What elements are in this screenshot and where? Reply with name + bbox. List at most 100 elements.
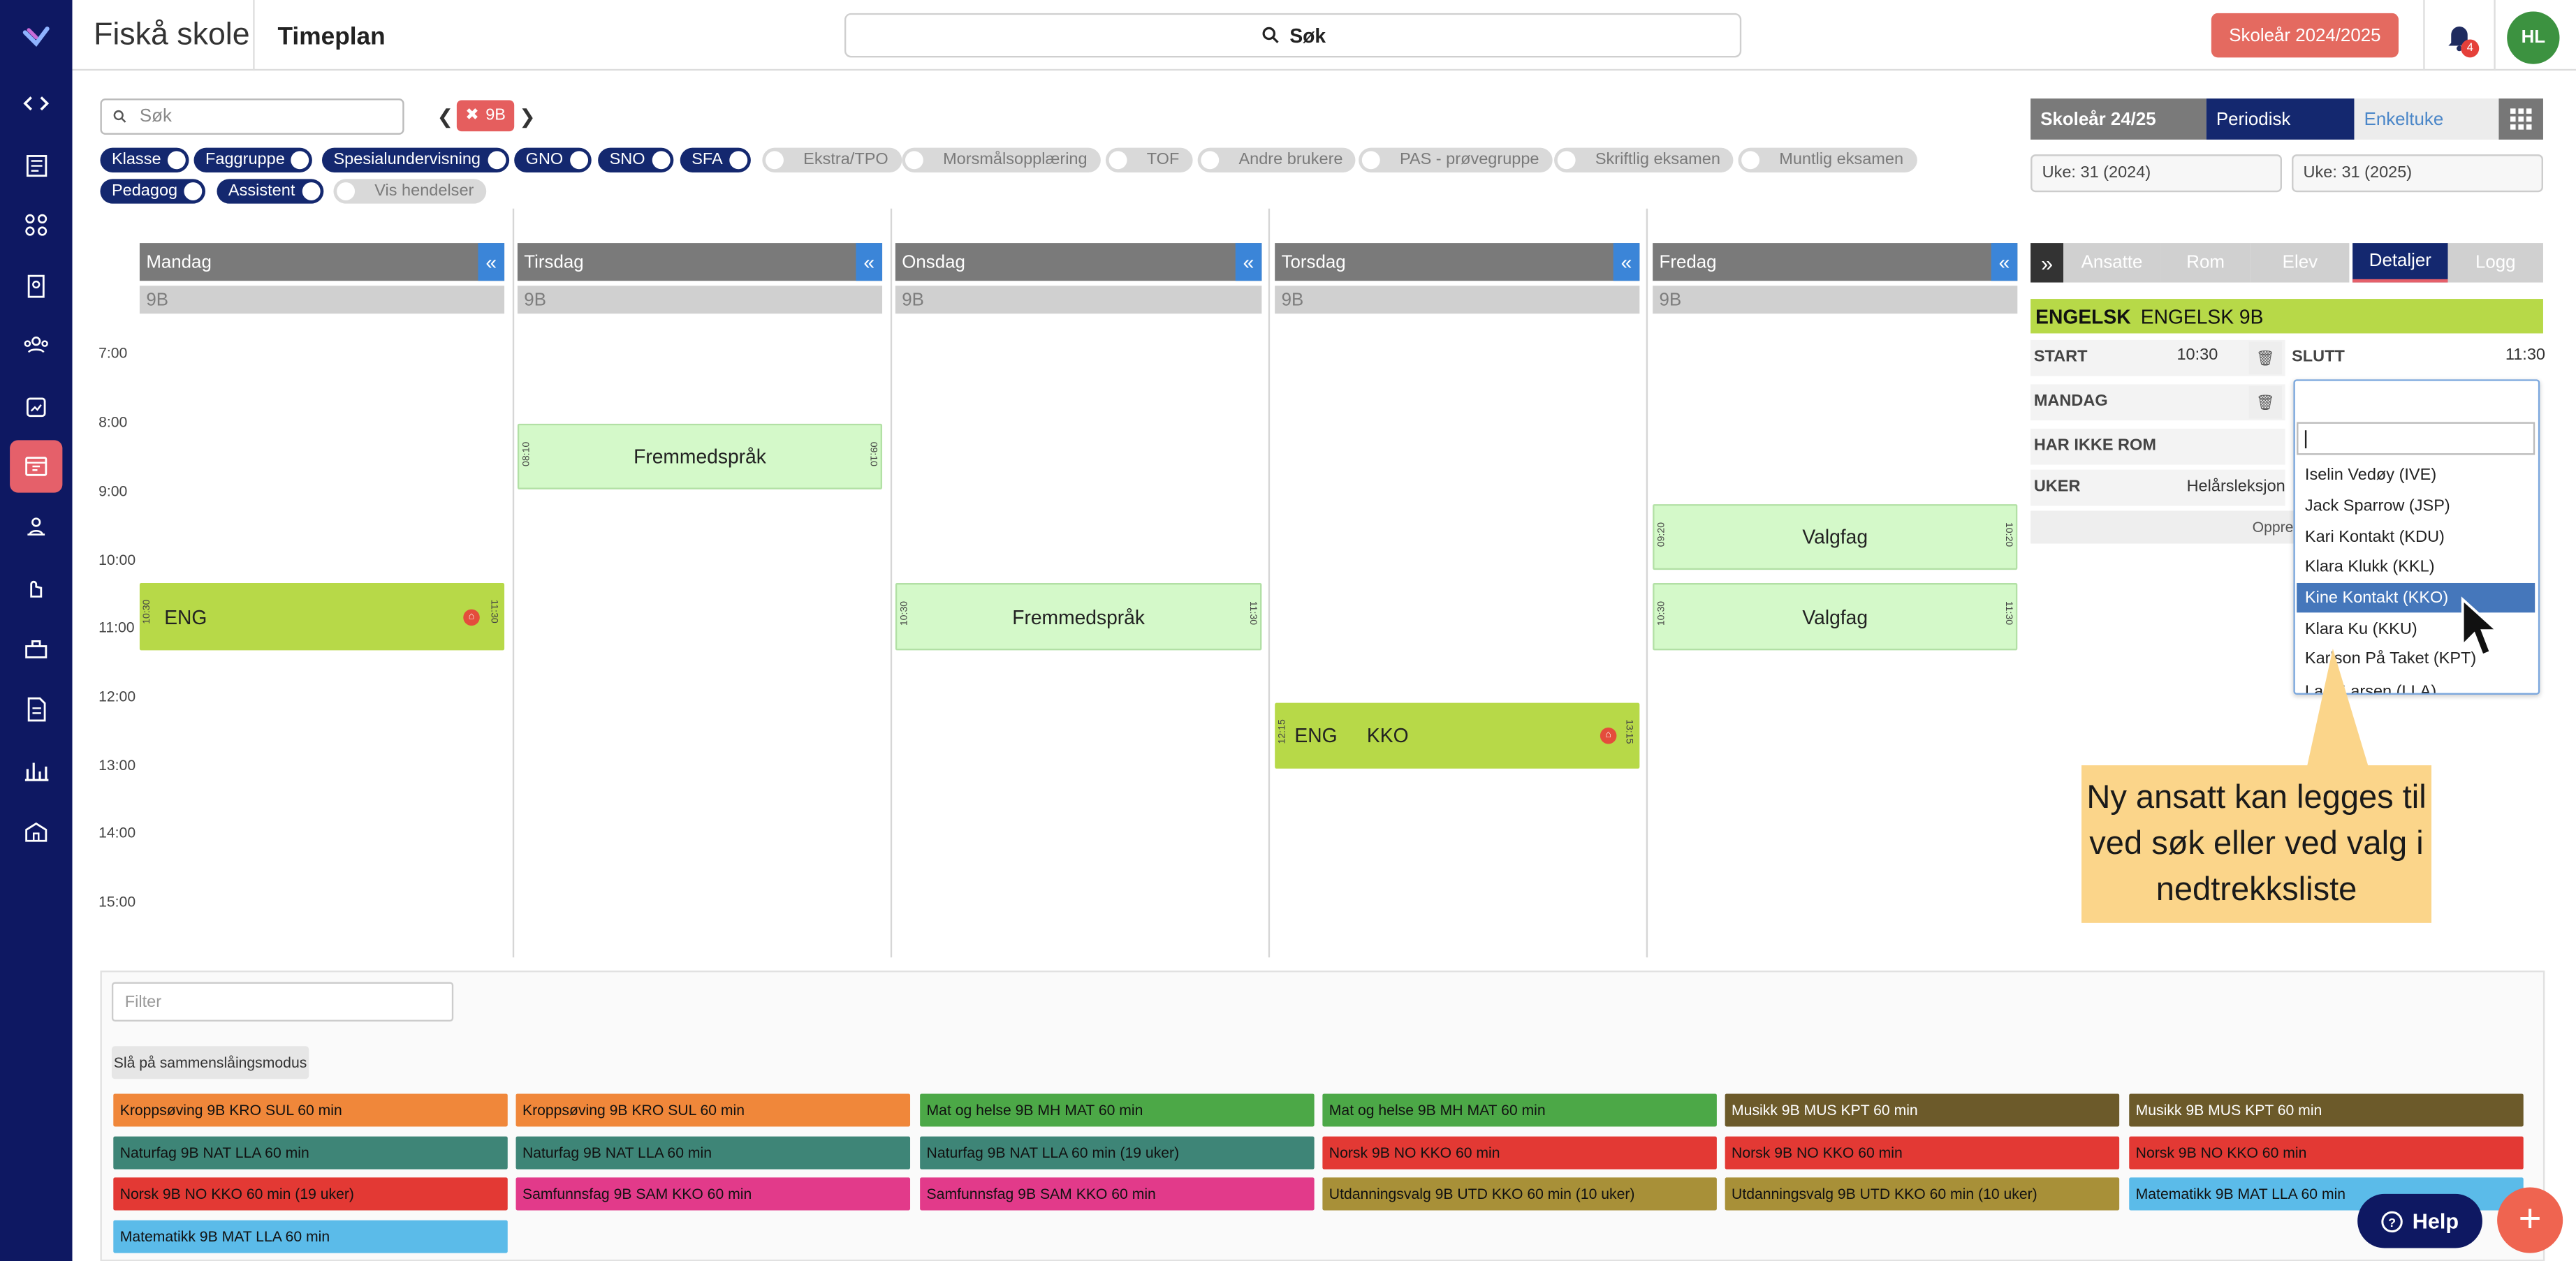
start-time-value[interactable]: 10:30 bbox=[2176, 346, 2218, 364]
lesson-event-valgfag-friday-2[interactable]: 10:30 Valgfag 11:30 bbox=[1653, 582, 2018, 651]
tab-detaljer[interactable]: Detaljer bbox=[2352, 243, 2448, 283]
trash-icon[interactable]: 🗑 bbox=[2248, 385, 2282, 419]
collapse-icon[interactable]: « bbox=[478, 243, 505, 281]
global-search-input[interactable]: Søk bbox=[844, 13, 1742, 58]
day-class-label: 9B bbox=[1653, 286, 2018, 314]
toggle-tof[interactable]: TOF bbox=[1105, 147, 1193, 172]
add-button[interactable]: + bbox=[2497, 1187, 2563, 1253]
lesson-card[interactable]: Kroppsøving 9B KRO SUL 60 min bbox=[515, 1093, 911, 1127]
dropdown-option[interactable]: Klara Ku (KKU) bbox=[2297, 614, 2535, 644]
merge-mode-button[interactable]: Slå på sammenslåingsmodus bbox=[111, 1046, 309, 1079]
toggle-vis-hendelser[interactable]: Vis hendelser bbox=[333, 179, 488, 204]
toolbox-icon[interactable] bbox=[17, 629, 56, 668]
week-to-input[interactable]: Uke: 31 (2025) bbox=[2292, 154, 2543, 193]
collapse-icon[interactable]: « bbox=[1991, 243, 2018, 281]
code-icon[interactable] bbox=[17, 84, 56, 123]
lesson-card[interactable]: Norsk 9B NO KKO 60 min bbox=[2129, 1136, 2524, 1170]
start-label: START bbox=[2033, 348, 2088, 367]
toggle-klasse[interactable]: Klasse bbox=[100, 147, 189, 172]
lesson-card[interactable]: Naturfag 9B NAT LLA 60 min (19 uker) bbox=[920, 1136, 1315, 1170]
tab-elev[interactable]: Elev bbox=[2251, 243, 2350, 283]
lesson-card[interactable]: Mat og helse 9B MH MAT 60 min bbox=[920, 1093, 1315, 1127]
avatar[interactable]: HL bbox=[2507, 11, 2560, 64]
help-button[interactable]: ? Help bbox=[2357, 1193, 2482, 1248]
collapse-icon[interactable]: « bbox=[1613, 243, 1640, 281]
lesson-card[interactable]: Naturfag 9B NAT LLA 60 min bbox=[113, 1136, 508, 1170]
students-icon[interactable] bbox=[17, 205, 56, 244]
search-icon bbox=[1262, 27, 1279, 43]
newspaper-icon[interactable] bbox=[17, 146, 56, 185]
prev-class-icon[interactable]: ❮ bbox=[437, 105, 454, 128]
dropdown-option[interactable]: Iselin Vedøy (IVE) bbox=[2297, 460, 2535, 489]
toggle-andre-brukere[interactable]: Andre brukere bbox=[1197, 147, 1356, 172]
lesson-event-valgfag-friday-1[interactable]: 09:20 Valgfag 10:20 bbox=[1653, 504, 2018, 570]
badge-icon[interactable] bbox=[17, 266, 56, 305]
grid-icon[interactable] bbox=[2498, 98, 2543, 140]
lesson-card[interactable]: Mat og helse 9B MH MAT 60 min bbox=[1322, 1093, 1717, 1127]
tab-logg[interactable]: Logg bbox=[2447, 243, 2543, 283]
dropdown-option[interactable]: Kari Kontakt (KDU) bbox=[2297, 522, 2535, 552]
lesson-card[interactable]: Norsk 9B NO KKO 60 min (19 uker) bbox=[113, 1177, 508, 1211]
next-class-icon[interactable]: ❯ bbox=[519, 105, 536, 128]
toggle-faggruppe[interactable]: Faggruppe bbox=[193, 147, 313, 172]
toggle-gno[interactable]: GNO bbox=[514, 147, 592, 172]
tab-ansatte[interactable]: Ansatte bbox=[2063, 243, 2160, 283]
bar-chart-icon[interactable] bbox=[17, 751, 56, 790]
document-icon[interactable] bbox=[17, 690, 56, 729]
lesson-event-eng-thursday[interactable]: 12:15 ENG KKO ⌂ 13:15 bbox=[1275, 702, 1640, 769]
lesson-card[interactable]: Norsk 9B NO KKO 60 min bbox=[1322, 1136, 1717, 1170]
hand-icon[interactable] bbox=[17, 568, 56, 607]
trash-icon[interactable]: 🗑 bbox=[2248, 341, 2282, 375]
toggle-pas[interactable]: PAS - prøvegruppe bbox=[1359, 147, 1553, 172]
logo-icon[interactable] bbox=[17, 17, 56, 56]
toggle-skriftlig[interactable]: Skriftlig eksamen bbox=[1554, 147, 1734, 172]
tab-rom[interactable]: Rom bbox=[2160, 243, 2251, 283]
expand-panel-icon[interactable]: » bbox=[2030, 243, 2064, 283]
group-icon[interactable] bbox=[17, 325, 56, 364]
lesson-card[interactable]: Samfunnsfag 9B SAM KKO 60 min bbox=[515, 1177, 911, 1211]
toggle-assistent[interactable]: Assistent bbox=[217, 179, 323, 204]
lesson-card[interactable]: Naturfag 9B NAT LLA 60 min bbox=[515, 1136, 911, 1170]
lesson-card[interactable]: Matematikk 9B MAT LLA 60 min bbox=[113, 1220, 508, 1253]
toggle-morsmal[interactable]: Morsmålsopplæring bbox=[902, 147, 1101, 172]
subject-code: ENGELSK bbox=[2035, 304, 2131, 328]
lesson-event-fremmedsprak-wednesday[interactable]: 10:30 Fremmedspråk 11:30 bbox=[895, 582, 1262, 651]
toggle-spesialundervisning[interactable]: Spesialundervisning bbox=[322, 147, 508, 172]
dropdown-option-selected[interactable]: Kine Kontakt (KKO) bbox=[2297, 582, 2535, 613]
end-label: SLUTT bbox=[2292, 348, 2345, 367]
dropdown-option[interactable]: Klara Klukk (KKL) bbox=[2297, 552, 2535, 581]
collapse-icon[interactable]: « bbox=[1235, 243, 1262, 281]
create-button[interactable]: Oppre bbox=[2030, 510, 2294, 544]
lesson-event-fremmedsprak-tuesday[interactable]: 08:10 Fremmedspråk 09:10 bbox=[517, 423, 883, 489]
chart-edit-icon[interactable] bbox=[17, 388, 56, 427]
filter-input[interactable]: Filter bbox=[111, 982, 454, 1022]
remove-icon[interactable]: ✖ bbox=[465, 107, 479, 125]
toggle-sfa[interactable]: SFA bbox=[680, 147, 751, 172]
lesson-card[interactable]: Norsk 9B NO KKO 60 min bbox=[1725, 1136, 2120, 1170]
school-year-button[interactable]: Skoleår 2024/2025 bbox=[2211, 13, 2399, 58]
tab-single-week[interactable]: Enkeltuke bbox=[2354, 98, 2499, 140]
collapse-icon[interactable]: « bbox=[856, 243, 883, 281]
school-icon[interactable] bbox=[17, 811, 56, 850]
lesson-card[interactable]: Samfunnsfag 9B SAM KKO 60 min bbox=[920, 1177, 1315, 1211]
dropdown-option[interactable]: Jack Sparrow (JSP) bbox=[2297, 491, 2535, 520]
week-from-input[interactable]: Uke: 31 (2024) bbox=[2030, 154, 2282, 193]
lesson-card[interactable]: Musikk 9B MUS KPT 60 min bbox=[1725, 1093, 2120, 1127]
toggle-ekstra-tpo[interactable]: Ekstra/TPO bbox=[762, 147, 902, 172]
filter-search-input[interactable]: Søk bbox=[100, 98, 404, 135]
lesson-card[interactable]: Musikk 9B MUS KPT 60 min bbox=[2129, 1093, 2524, 1127]
tab-periodic[interactable]: Periodisk bbox=[2206, 98, 2355, 140]
lesson-card[interactable]: Utdanningsvalg 9B UTD KKO 60 min (10 uke… bbox=[1322, 1177, 1717, 1211]
toggle-sno[interactable]: SNO bbox=[598, 147, 673, 172]
lesson-card[interactable]: Kroppsøving 9B KRO SUL 60 min bbox=[113, 1093, 508, 1127]
class-chip[interactable]: ✖ 9B bbox=[456, 100, 515, 132]
end-time-value[interactable]: 11:30 bbox=[2505, 346, 2545, 364]
toggle-muntlig[interactable]: Muntlig eksamen bbox=[1738, 147, 1917, 172]
person-desk-icon[interactable] bbox=[17, 508, 56, 547]
tab-school-year[interactable]: Skoleår 24/25 bbox=[2030, 98, 2207, 140]
timetable-icon[interactable] bbox=[10, 440, 63, 493]
lesson-event-eng-monday[interactable]: 10:30 ENG ⌂ 11:30 bbox=[139, 582, 505, 651]
employee-search-input[interactable] bbox=[2297, 422, 2535, 455]
toggle-pedagog[interactable]: Pedagog bbox=[100, 179, 206, 204]
lesson-card[interactable]: Utdanningsvalg 9B UTD KKO 60 min (10 uke… bbox=[1725, 1177, 2120, 1211]
